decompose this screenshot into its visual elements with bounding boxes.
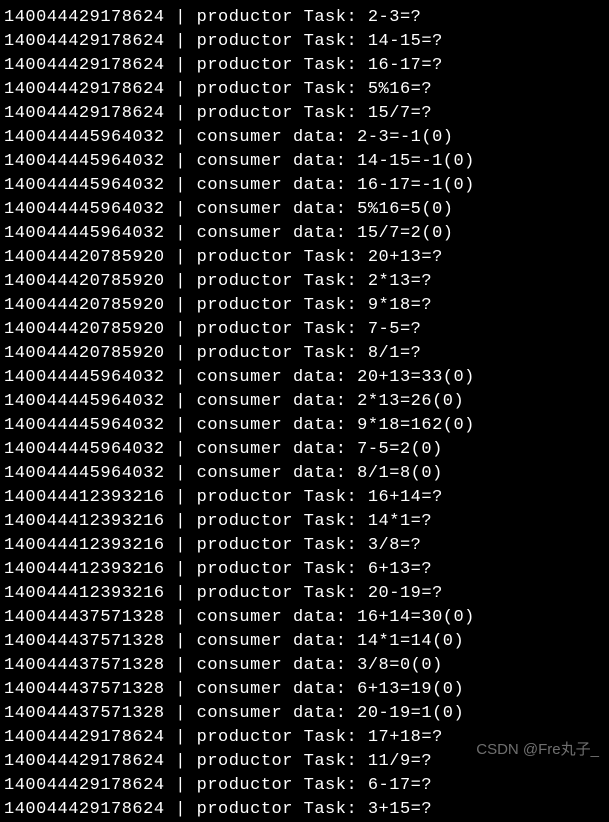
- log-line: 140044445964032 | consumer data: 8/1=8(0…: [4, 462, 605, 486]
- log-line: 140044445964032 | consumer data: 16-17=-…: [4, 174, 605, 198]
- log-line: 140044412393216 | productor Task: 14*1=?: [4, 510, 605, 534]
- log-line: 140044429178624 | productor Task: 6-17=?: [4, 774, 605, 798]
- log-line: 140044429178624 | productor Task: 3+15=?: [4, 798, 605, 822]
- log-line: 140044429178624 | productor Task: 17+18=…: [4, 726, 605, 750]
- log-line: 140044420785920 | productor Task: 8/1=?: [4, 342, 605, 366]
- log-line: 140044420785920 | productor Task: 7-5=?: [4, 318, 605, 342]
- log-line: 140044445964032 | consumer data: 14-15=-…: [4, 150, 605, 174]
- log-line: 140044445964032 | consumer data: 20+13=3…: [4, 366, 605, 390]
- log-line: 140044445964032 | consumer data: 15/7=2(…: [4, 222, 605, 246]
- terminal-output[interactable]: 140044429178624 | productor Task: 2-3=?1…: [4, 6, 605, 822]
- log-line: 140044429178624 | productor Task: 14-15=…: [4, 30, 605, 54]
- log-line: 140044437571328 | consumer data: 14*1=14…: [4, 630, 605, 654]
- log-line: 140044429178624 | productor Task: 15/7=?: [4, 102, 605, 126]
- log-line: 140044437571328 | consumer data: 16+14=3…: [4, 606, 605, 630]
- log-line: 140044445964032 | consumer data: 2*13=26…: [4, 390, 605, 414]
- log-line: 140044437571328 | consumer data: 3/8=0(0…: [4, 654, 605, 678]
- log-line: 140044445964032 | consumer data: 9*18=16…: [4, 414, 605, 438]
- log-line: 140044437571328 | consumer data: 20-19=1…: [4, 702, 605, 726]
- log-line: 140044412393216 | productor Task: 16+14=…: [4, 486, 605, 510]
- log-line: 140044445964032 | consumer data: 5%16=5(…: [4, 198, 605, 222]
- log-line: 140044420785920 | productor Task: 20+13=…: [4, 246, 605, 270]
- log-line: 140044420785920 | productor Task: 9*18=?: [4, 294, 605, 318]
- log-line: 140044420785920 | productor Task: 2*13=?: [4, 270, 605, 294]
- log-line: 140044412393216 | productor Task: 20-19=…: [4, 582, 605, 606]
- log-line: 140044445964032 | consumer data: 2-3=-1(…: [4, 126, 605, 150]
- log-line: 140044445964032 | consumer data: 7-5=2(0…: [4, 438, 605, 462]
- log-line: 140044412393216 | productor Task: 3/8=?: [4, 534, 605, 558]
- log-line: 140044429178624 | productor Task: 2-3=?: [4, 6, 605, 30]
- log-line: 140044412393216 | productor Task: 6+13=?: [4, 558, 605, 582]
- log-line: 140044429178624 | productor Task: 16-17=…: [4, 54, 605, 78]
- log-line: 140044429178624 | productor Task: 5%16=?: [4, 78, 605, 102]
- log-line: 140044437571328 | consumer data: 6+13=19…: [4, 678, 605, 702]
- log-line: 140044429178624 | productor Task: 11/9=?: [4, 750, 605, 774]
